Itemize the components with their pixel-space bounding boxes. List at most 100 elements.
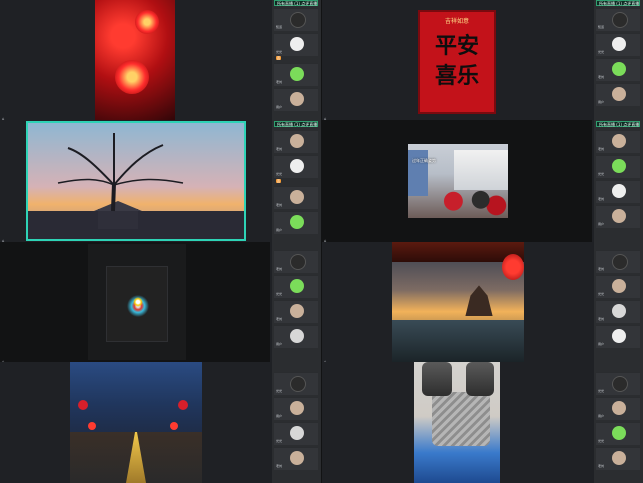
left-user-name-11: 老刘 bbox=[276, 317, 283, 321]
right-user-card-2[interactable]: 光光 bbox=[596, 33, 640, 56]
right-user-name-13: 光光 bbox=[598, 389, 605, 393]
right-user-card-13[interactable]: 光光 bbox=[596, 372, 640, 395]
right-user-card-12[interactable]: 用户 bbox=[596, 325, 640, 348]
left-sidebar-header-1[interactable]: 所有直播 (1) 点评直播 bbox=[274, 0, 318, 6]
right-user-card-9[interactable]: 老刘 bbox=[596, 250, 640, 273]
left-user-card-12[interactable]: 用户 bbox=[274, 325, 318, 348]
fish-crate-image[interactable] bbox=[414, 362, 500, 483]
left-user-name-2: 光光 bbox=[276, 50, 283, 54]
left-user-name-8: 用户 bbox=[276, 228, 283, 232]
left-sidebar-header-2[interactable]: 所有直播 (1) 点评直播 bbox=[274, 121, 318, 127]
right-user-name-15: 光光 bbox=[598, 439, 605, 443]
left-user-name-15: 光光 bbox=[276, 439, 283, 443]
night-alley-image[interactable] bbox=[70, 362, 202, 483]
right-user-name-3: 老刘 bbox=[598, 75, 605, 79]
right-sidebar: 所有直播 (1) 点评直播 所有直播 (1) 点评直播 知道 光光 老刘 用户 … bbox=[594, 0, 643, 483]
poster-text-1: 平安 bbox=[434, 34, 479, 59]
right-user-name-10: 光光 bbox=[598, 292, 605, 296]
left-user-card-3[interactable]: 老刘 bbox=[274, 63, 318, 86]
right-user-card-3[interactable]: 老刘 bbox=[596, 58, 640, 81]
left-sidebar: 所有直播 (1) 点评直播 所有直播 (1) 点评直播 知道 光光 直 老刘 用… bbox=[272, 0, 322, 483]
left-user-card-5[interactable]: 老刘 bbox=[274, 130, 318, 153]
right-user-card-11[interactable]: 老刘 bbox=[596, 300, 640, 323]
right-user-name-12: 用户 bbox=[598, 342, 605, 346]
street-gathering-image[interactable]: 过年正确姿势 bbox=[408, 144, 508, 218]
left-user-card-16[interactable]: 老刘 bbox=[274, 447, 318, 470]
right-sidebar-header-2[interactable]: 所有直播 (1) 点评直播 bbox=[596, 121, 640, 127]
right-sidebar-header-1-text: 所有直播 (1) 点评直播 bbox=[599, 1, 640, 6]
right-media-pane-2: 过年正确姿势 bbox=[322, 120, 592, 242]
right-user-card-8[interactable]: 用户 bbox=[596, 205, 640, 228]
fireworks-frame[interactable] bbox=[88, 244, 186, 360]
right-sidebar-header-1[interactable]: 所有直播 (1) 点评直播 bbox=[596, 0, 640, 6]
tree-dusk-svg bbox=[28, 133, 244, 239]
left-user-card-1[interactable]: 知道 bbox=[274, 8, 318, 31]
left-user-card-6[interactable]: 光光 bbox=[274, 155, 318, 178]
right-user-card-4[interactable]: 用户 bbox=[596, 83, 640, 106]
pagoda-sunset-image[interactable] bbox=[392, 242, 524, 362]
right-user-name-9: 老刘 bbox=[598, 267, 605, 271]
street-overlay-text: 过年正确姿势 bbox=[412, 158, 436, 163]
right-user-card-15[interactable]: 光光 bbox=[596, 422, 640, 445]
left-user-card-15[interactable]: 光光 bbox=[274, 422, 318, 445]
left-user-name-13: 光光 bbox=[276, 389, 283, 393]
right-user-name-11: 老刘 bbox=[598, 317, 605, 321]
right-media-pane-1: 吉祥如意 平安 喜乐 bbox=[322, 0, 592, 120]
right-user-name-16: 老刘 bbox=[598, 464, 605, 468]
left-user-name-10: 光光 bbox=[276, 292, 283, 296]
right-user-card-14[interactable]: 用户 bbox=[596, 397, 640, 420]
left-media-pane-2 bbox=[0, 120, 270, 242]
left-user-name-9: 老刘 bbox=[276, 267, 283, 271]
screenshot-root: { "chart_data": null, "left": { "media":… bbox=[0, 0, 643, 483]
left-user-name-12: 用户 bbox=[276, 342, 283, 346]
fireworks-image bbox=[106, 266, 168, 342]
left-user-card-8[interactable]: 用户 bbox=[274, 211, 318, 234]
right-user-card-1[interactable]: 知道 bbox=[596, 8, 640, 31]
right-user-name-8: 用户 bbox=[598, 222, 605, 226]
left-media-pane-1 bbox=[0, 0, 270, 120]
right-user-card-5[interactable]: 老刘 bbox=[596, 130, 640, 153]
left-user-name-14: 用户 bbox=[276, 414, 283, 418]
left-user-name-6: 光光 bbox=[276, 172, 283, 176]
poster-image[interactable]: 吉祥如意 平安 喜乐 bbox=[418, 10, 496, 114]
right-user-name-5: 老刘 bbox=[598, 147, 605, 151]
left-live-pill-2: 直 bbox=[276, 179, 282, 183]
right-user-name-2: 光光 bbox=[598, 50, 605, 54]
left-user-card-9[interactable]: 老刘 bbox=[274, 250, 318, 273]
left-user-card-11[interactable]: 老刘 bbox=[274, 300, 318, 323]
right-user-card-16[interactable]: 老刘 bbox=[596, 447, 640, 470]
right-media-pane-3 bbox=[322, 242, 592, 362]
right-user-name-14: 用户 bbox=[598, 414, 605, 418]
left-media-pane-4 bbox=[0, 362, 270, 483]
left-user-name-16: 老刘 bbox=[276, 464, 283, 468]
left-user-card-13[interactable]: 光光 bbox=[274, 372, 318, 395]
left-user-card-4[interactable]: 用户 bbox=[274, 88, 318, 111]
left-user-card-10[interactable]: 光光 bbox=[274, 275, 318, 298]
left-user-name-4: 用户 bbox=[276, 105, 283, 109]
right-user-name-1: 知道 bbox=[598, 25, 605, 29]
right-user-card-7[interactable]: 老刘 bbox=[596, 180, 640, 203]
left-user-name-1: 知道 bbox=[276, 25, 283, 29]
left-sidebar-header-2-text: 所有直播 (1) 点评直播 bbox=[277, 122, 318, 127]
left-user-card-7[interactable]: 老刘 bbox=[274, 186, 318, 209]
left-media-pane-3 bbox=[0, 242, 270, 362]
right-column: 吉祥如意 平安 喜乐 ⌂ 过年正确姿势 ⌂ ⌂ 所有直播 (1) 点评直 bbox=[322, 0, 643, 483]
poster-text-2: 喜乐 bbox=[434, 64, 479, 89]
left-user-card-14[interactable]: 用户 bbox=[274, 397, 318, 420]
right-user-card-6[interactable]: 光光 bbox=[596, 155, 640, 178]
right-user-name-4: 用户 bbox=[598, 100, 605, 104]
left-user-name-5: 老刘 bbox=[276, 147, 283, 151]
right-user-name-6: 光光 bbox=[598, 172, 605, 176]
left-user-card-2[interactable]: 光光 bbox=[274, 33, 318, 56]
right-user-card-10[interactable]: 光光 bbox=[596, 275, 640, 298]
tree-dusk-image[interactable] bbox=[26, 121, 246, 241]
left-live-pill-1: 直 bbox=[276, 56, 282, 60]
poster-top-text: 吉祥如意 bbox=[444, 18, 469, 25]
left-user-name-7: 老刘 bbox=[276, 203, 283, 207]
right-user-name-7: 老刘 bbox=[598, 197, 605, 201]
lanterns-image[interactable] bbox=[95, 0, 175, 120]
left-column: ⌂ ⌂ ⌂ bbox=[0, 0, 322, 483]
left-user-name-3: 老刘 bbox=[276, 80, 283, 84]
right-media-pane-4 bbox=[322, 362, 592, 483]
right-sidebar-header-2-text: 所有直播 (1) 点评直播 bbox=[599, 122, 640, 127]
